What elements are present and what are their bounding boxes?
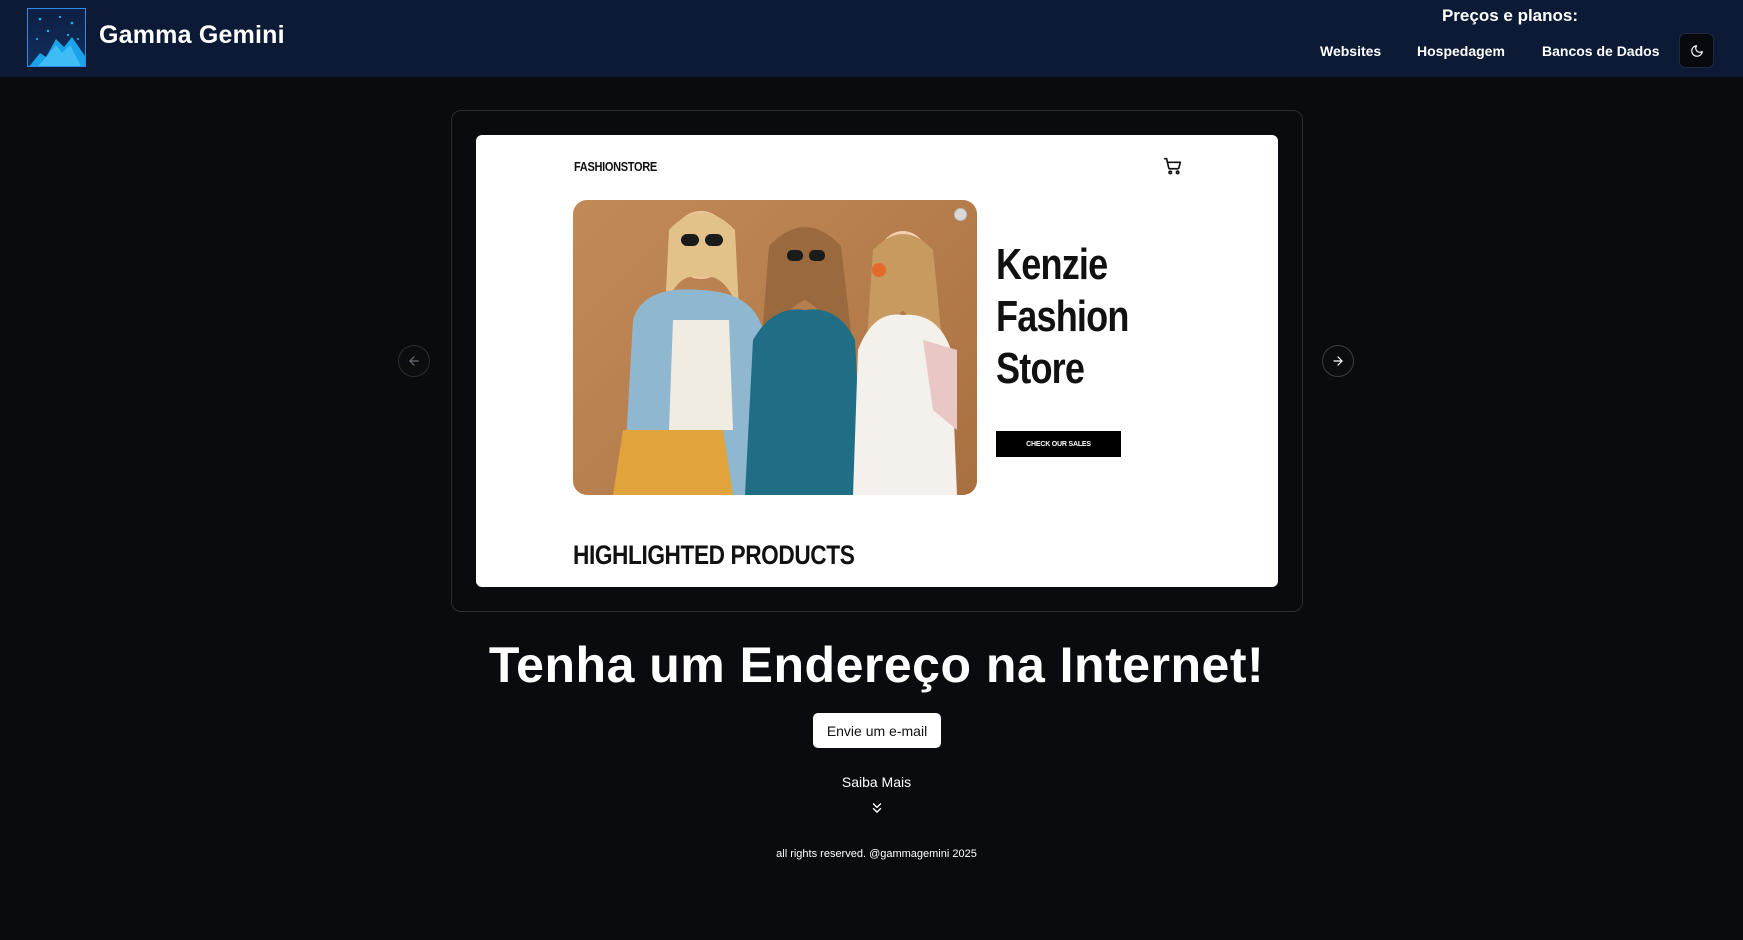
learn-more-link[interactable]: Saiba Mais (0, 774, 1743, 790)
fashion-models-photo (573, 200, 977, 495)
footer-copyright: all rights reserved. @gammagemini 2025 (776, 848, 977, 860)
nav-websites[interactable]: Websites (1320, 43, 1381, 59)
moon-icon (1690, 44, 1703, 57)
main-headline: Tenha um Endereço na Internet! (488, 637, 1265, 693)
carousel-next-button[interactable] (1322, 345, 1354, 377)
brand-name[interactable]: Gamma Gemini (99, 21, 285, 50)
arrow-left-icon (409, 356, 419, 366)
top-header: Gamma Gemini Preços e planos: Websites H… (0, 0, 1743, 77)
theme-toggle-button[interactable] (1679, 33, 1714, 68)
check-our-sales-button[interactable]: CHECK OUR SALES (996, 431, 1121, 457)
logo-icon[interactable] (27, 8, 86, 67)
close-icon[interactable] (954, 208, 967, 221)
slide-title-line: Store (996, 344, 1085, 393)
send-email-button[interactable]: Envie um e-mail (813, 713, 941, 748)
slide-title-line: Fashion (996, 292, 1129, 341)
highlighted-products-heading: HIGHLIGHTED PRODUCTS (573, 540, 855, 570)
slide-title-line: Kenzie (996, 240, 1108, 289)
slide-store-brand: FASHIONSTORE (574, 159, 657, 174)
nav-hospedagem[interactable]: Hospedagem (1417, 43, 1505, 59)
cart-icon (1163, 157, 1182, 175)
slide-hero-title: Kenzie Fashion Store (996, 239, 1129, 395)
carousel-prev-button[interactable] (398, 345, 430, 377)
pricing-label: Preços e planos: (1441, 6, 1579, 25)
double-chevron-down-icon[interactable] (870, 801, 884, 815)
carousel-slide[interactable]: FASHIONSTORE Kenzie Fashion Store CHECK … (476, 135, 1278, 587)
nav-bancos-de-dados[interactable]: Bancos de Dados (1542, 43, 1659, 59)
carousel: FASHIONSTORE Kenzie Fashion Store CHECK … (451, 110, 1303, 612)
arrow-right-icon (1333, 356, 1343, 366)
